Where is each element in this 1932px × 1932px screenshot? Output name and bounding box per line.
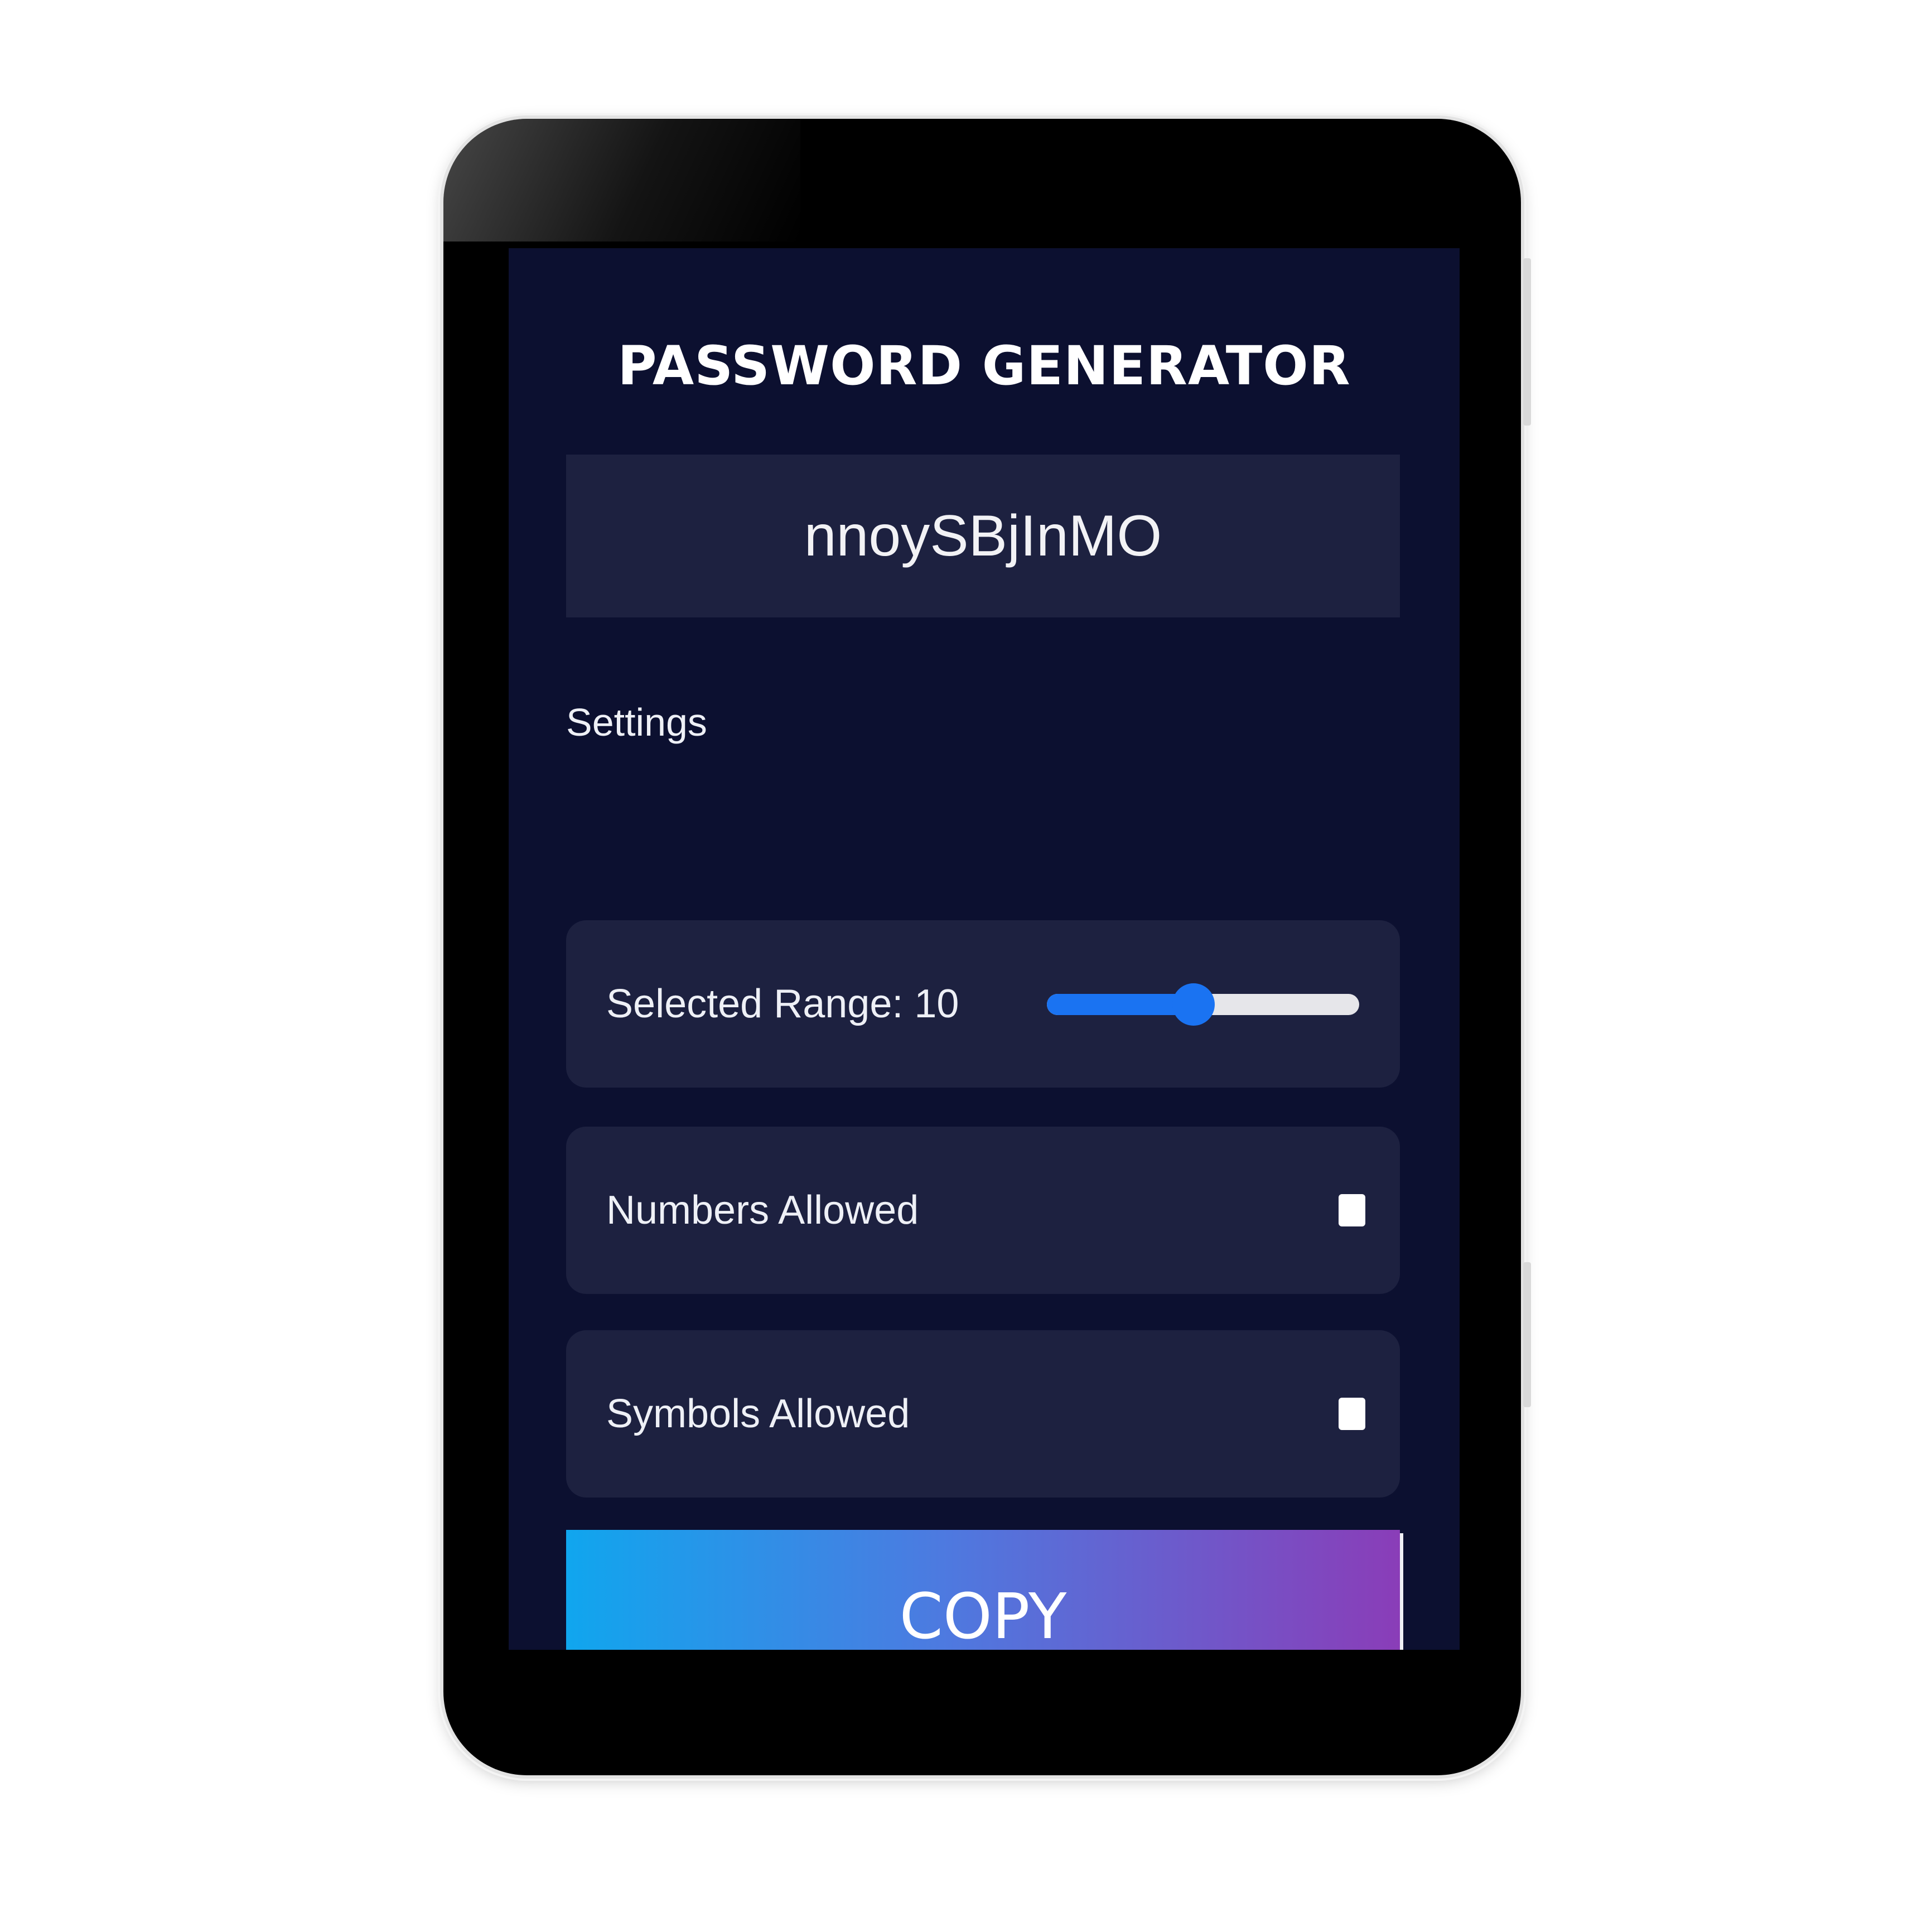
symbols-setting-row: Symbols Allowed — [566, 1330, 1400, 1498]
tablet-device-frame: PASSWORD GENERATOR nnoySBjInMO Settings … — [443, 119, 1531, 1775]
copy-button[interactable]: COPY — [566, 1530, 1400, 1650]
slider-fill — [1047, 994, 1194, 1015]
numbers-allowed-checkbox[interactable] — [1339, 1194, 1365, 1226]
length-slider[interactable] — [1047, 983, 1359, 1026]
range-setting-row: Selected Range: 10 — [566, 920, 1400, 1088]
slider-thumb[interactable] — [1172, 983, 1215, 1026]
screen-glare — [443, 119, 800, 241]
settings-heading: Settings — [566, 701, 707, 744]
numbers-allowed-label: Numbers Allowed — [606, 1188, 919, 1233]
range-label: Selected Range: 10 — [606, 982, 959, 1026]
app-screen: PASSWORD GENERATOR nnoySBjInMO Settings … — [509, 248, 1460, 1650]
password-value: nnoySBjInMO — [804, 503, 1162, 568]
password-display[interactable]: nnoySBjInMO — [566, 455, 1400, 617]
page-title: PASSWORD GENERATOR — [617, 335, 1351, 397]
numbers-setting-row: Numbers Allowed — [566, 1127, 1400, 1294]
power-button — [1523, 1262, 1531, 1407]
symbols-allowed-label: Symbols Allowed — [606, 1392, 910, 1436]
symbols-allowed-checkbox[interactable] — [1339, 1398, 1365, 1430]
volume-button — [1523, 258, 1531, 426]
